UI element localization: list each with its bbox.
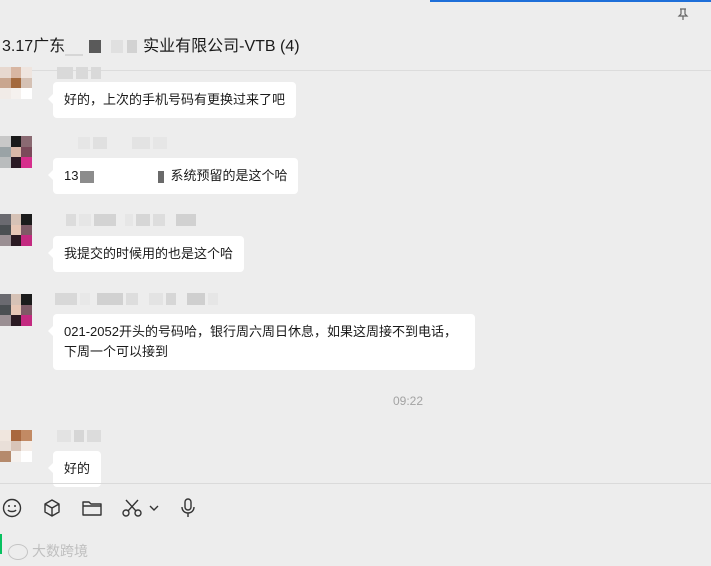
message-text: 好的，上次的手机号码有更换过来了吧: [64, 92, 286, 107]
chat-header: 3.17广东 实业有限公司-VTB (4): [0, 0, 711, 71]
watermark-logo: [8, 544, 28, 561]
message-text-prefix: 13: [64, 168, 79, 183]
emoji-icon[interactable]: [0, 496, 24, 520]
avatar[interactable]: [0, 294, 32, 326]
message-text: 我提交的时候用的也是这个哈: [64, 246, 234, 261]
message-bubble[interactable]: 13 系统预留的是这个哈: [47, 158, 299, 194]
chat-title-suffix: 实业有限公司-VTB (4): [143, 38, 300, 55]
avatar[interactable]: [0, 136, 32, 168]
folder-icon[interactable]: [80, 496, 104, 520]
chat-title-prefix: 3.17广东: [2, 38, 66, 55]
watermark: 大数跨境: [8, 541, 88, 561]
redacted-block: [94, 170, 139, 183]
input-divider: [0, 483, 711, 484]
message-bubble[interactable]: 好的，上次的手机号码有更换过来了吧: [47, 82, 297, 118]
message-timestamp: 09:22: [393, 394, 424, 408]
redacted-block: [65, 54, 84, 56]
sender-name-redacted: [78, 137, 167, 149]
avatar[interactable]: [0, 67, 32, 99]
message-text: 好的: [64, 461, 91, 476]
sender-name-redacted: [66, 214, 196, 226]
redacted-block: [111, 40, 124, 54]
redacted-block: [80, 170, 95, 183]
message-bubble[interactable]: 我提交的时候用的也是这个哈: [47, 236, 245, 272]
chevron-down-icon[interactable]: [146, 496, 162, 520]
message-bubble[interactable]: 好的: [47, 451, 102, 487]
redacted-block: [127, 40, 138, 54]
package-icon[interactable]: [40, 496, 64, 520]
sender-name-redacted: [57, 430, 101, 442]
avatar[interactable]: [0, 214, 32, 246]
redacted-block: [158, 170, 165, 183]
redacted-block: [89, 40, 102, 54]
message-text-suffix: 系统预留的是这个哈: [170, 168, 288, 183]
message-bubble[interactable]: 021-2052开头的号码哈，银行周六周日休息，如果这周接不到电话，下周一个可以…: [48, 314, 475, 370]
avatar[interactable]: [0, 430, 32, 462]
text-input-cursor[interactable]: [0, 534, 2, 554]
microphone-icon[interactable]: [176, 496, 200, 520]
pin-icon[interactable]: [677, 8, 689, 24]
watermark-text: 大数跨境: [32, 543, 88, 559]
message-text: 021-2052开头的号码哈，银行周六周日休息，如果这周接不到电话，下周一个可以…: [64, 324, 457, 359]
scissors-icon[interactable]: [120, 496, 144, 520]
sender-name-redacted: [57, 67, 101, 79]
chat-title: 3.17广东 实业有限公司-VTB (4): [2, 32, 300, 56]
sender-name-redacted: [55, 293, 218, 305]
